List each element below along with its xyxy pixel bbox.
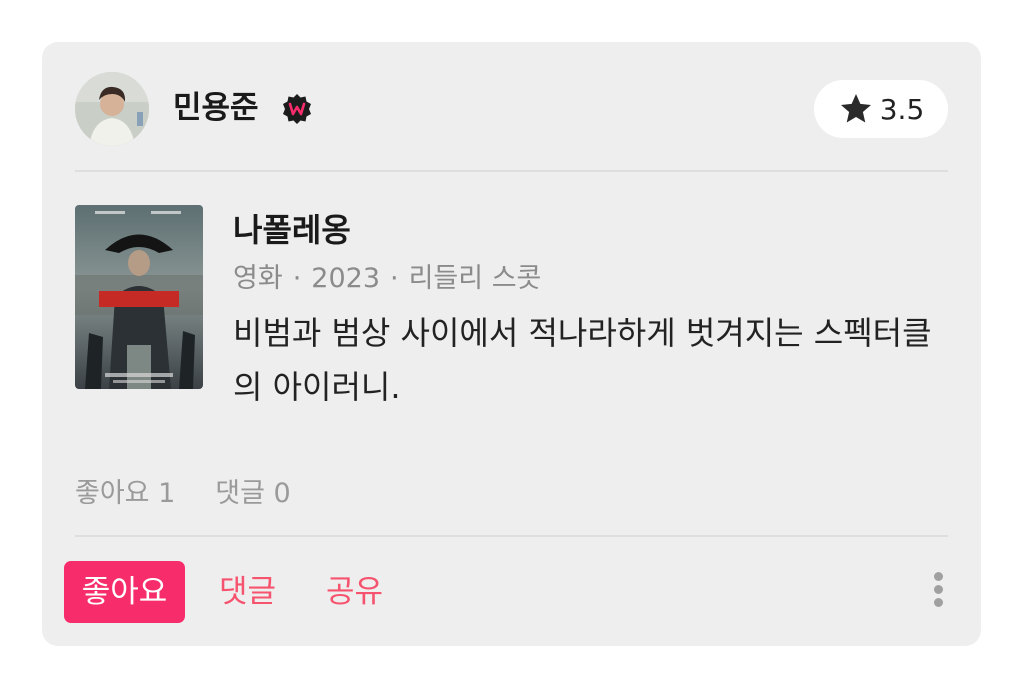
- review-stats: 좋아요 1 댓글 0: [75, 474, 291, 514]
- action-bar: 좋아요 댓글 공유: [64, 561, 948, 625]
- user-name[interactable]: 민용준: [173, 88, 259, 128]
- movie-director: 리들리 스콧: [408, 263, 542, 294]
- divider: [75, 170, 948, 172]
- avatar[interactable]: [75, 72, 149, 146]
- meta-separator: ·: [292, 263, 302, 294]
- rating-badge: 3.5: [814, 80, 948, 138]
- movie-title[interactable]: 나폴레옹: [233, 208, 953, 252]
- more-options-icon[interactable]: [928, 572, 948, 612]
- movie-type: 영화: [233, 263, 283, 294]
- movie-meta: 영화 · 2023 · 리들리 스콧: [233, 260, 953, 298]
- movie-poster[interactable]: [75, 205, 203, 389]
- like-count: 좋아요 1: [75, 478, 176, 509]
- review-content: 나폴레옹 영화 · 2023 · 리들리 스콧 비범과 범상 사이에서 적나라하게 벗겨…: [233, 208, 953, 414]
- divider: [75, 535, 948, 537]
- share-button[interactable]: 공유: [326, 561, 383, 623]
- star-icon: [840, 94, 871, 123]
- meta-separator: ·: [390, 263, 399, 294]
- like-button[interactable]: 좋아요: [64, 561, 185, 623]
- review-text[interactable]: 비범과 범상 사이에서 적나라하게 벗겨지는 스펙터클의 아이러니.: [233, 306, 953, 414]
- review-card: 민용준 3.5 나폴레옹 영화 · 2023 · 리들리 스콧 비범과 범상 사…: [42, 42, 981, 646]
- comment-count: 댓글 0: [215, 478, 291, 509]
- comment-button[interactable]: 댓글: [219, 561, 276, 623]
- verified-badge-icon: [283, 94, 311, 124]
- review-header: 민용준 3.5: [75, 72, 948, 146]
- movie-year: 2023: [311, 263, 380, 294]
- rating-value: 3.5: [879, 92, 925, 126]
